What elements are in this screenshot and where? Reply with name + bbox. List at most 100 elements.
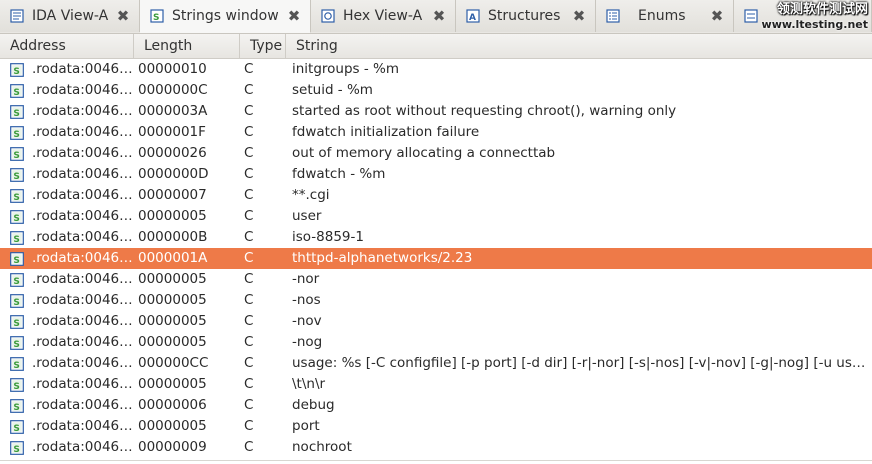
string-icon: S xyxy=(10,440,24,455)
string-cell: -nov xyxy=(292,313,322,329)
table-row[interactable]: S .rodata:0046… 00000005 C -nog xyxy=(0,332,872,353)
table-row[interactable]: S .rodata:0046… 0000000D Cfdwatch - %m xyxy=(0,164,872,185)
string-icon: S xyxy=(10,62,24,77)
strings-icon: S xyxy=(150,9,164,23)
svg-text:S: S xyxy=(13,276,19,286)
tab-structures[interactable]: A Structures ✖ xyxy=(456,0,596,32)
table-row[interactable]: S .rodata:0046… 00000005 Cport xyxy=(0,416,872,437)
strings-table: S .rodata:0046… 00000010 Cinitgroups - %m S.… xyxy=(0,59,872,458)
string-icon: S xyxy=(10,188,24,203)
close-icon[interactable]: ✖ xyxy=(432,9,446,24)
type-cell: C xyxy=(244,61,254,77)
svg-text:S: S xyxy=(13,402,19,412)
table-row[interactable]: S .rodata:0046… 00000006 Cdebug xyxy=(0,395,872,416)
close-icon[interactable]: ✖ xyxy=(116,9,130,24)
tab-strings-window[interactable]: S Strings window ✖ xyxy=(140,0,311,33)
type-cell: C xyxy=(244,271,254,287)
table-row[interactable]: S .rodata:0046… 0000000B Ciso-8859-1 xyxy=(0,227,872,248)
length-cell: 000000CC xyxy=(138,355,209,371)
svg-text:S: S xyxy=(13,87,19,97)
svg-text:S: S xyxy=(13,213,19,223)
address-cell: S .rodata:0046… xyxy=(0,206,134,227)
address-value: .rodata:0046… xyxy=(32,145,133,161)
type-cell: C xyxy=(244,82,254,98)
address-value: .rodata:0046… xyxy=(32,187,133,203)
hex-view-icon xyxy=(321,9,335,23)
length-cell: 00000005 xyxy=(138,418,207,434)
address-cell: S .rodata:0046… xyxy=(0,269,134,290)
table-row[interactable]: S .rodata:0046… 00000010 Cinitgroups - %m xyxy=(0,59,872,80)
tab-enums[interactable]: Enums ✖ xyxy=(596,0,734,32)
table-row[interactable]: S .rodata:0046… 00000005 C -nov xyxy=(0,311,872,332)
svg-text:S: S xyxy=(13,339,19,349)
type-cell: C xyxy=(244,439,254,455)
table-row[interactable]: S .rodata:0046… 00000005 Cuser xyxy=(0,206,872,227)
length-cell: 00000010 xyxy=(138,61,207,77)
watermark: 领测软件测试网 www.ltesting.net xyxy=(758,2,868,36)
table-row[interactable]: S .rodata:0046… 0000001F Cfdwatch initializ… xyxy=(0,122,872,143)
address-value: .rodata:0046… xyxy=(32,208,133,224)
type-cell: C xyxy=(244,103,254,119)
close-icon[interactable]: ✖ xyxy=(572,9,586,24)
svg-text:S: S xyxy=(13,360,19,370)
address-value: .rodata:0046… xyxy=(32,292,133,308)
address-cell: S .rodata:0046… xyxy=(0,374,134,395)
tab-label: Structures xyxy=(488,8,561,24)
tab-ida-view-a[interactable]: IDA View-A ✖ xyxy=(0,0,140,32)
string-icon: S xyxy=(10,104,24,119)
table-row[interactable]: S .rodata:0046… 00000005 C \t\n\r xyxy=(0,374,872,395)
type-cell: C xyxy=(244,292,254,308)
svg-text:S: S xyxy=(153,13,159,23)
length-cell: 00000005 xyxy=(138,292,207,308)
column-header-address[interactable]: Address xyxy=(0,34,134,58)
length-cell: 0000003A xyxy=(138,103,208,119)
table-row[interactable]: S .rodata:0046… 00000005 C -nor xyxy=(0,269,872,290)
svg-text:S: S xyxy=(13,108,19,118)
address-value: .rodata:0046… xyxy=(32,82,133,98)
address-value: .rodata:0046… xyxy=(32,418,133,434)
svg-text:S: S xyxy=(13,66,19,76)
address-value: .rodata:0046… xyxy=(32,124,133,140)
table-row[interactable]: S .rodata:0046… 00000005 C -nos xyxy=(0,290,872,311)
type-cell: C xyxy=(244,208,254,224)
string-cell: nochroot xyxy=(292,439,352,455)
address-value: .rodata:0046… xyxy=(32,229,133,245)
column-header-length[interactable]: Length xyxy=(134,34,240,58)
svg-text:S: S xyxy=(13,444,19,454)
string-icon: S xyxy=(10,230,24,245)
length-cell: 00000005 xyxy=(138,376,207,392)
string-cell: -nog xyxy=(292,334,323,350)
svg-text:S: S xyxy=(13,318,19,328)
column-header-string[interactable]: String xyxy=(286,34,872,58)
address-cell: S .rodata:0046… xyxy=(0,185,134,206)
type-cell: C xyxy=(244,250,254,266)
table-row[interactable]: S .rodata:0046… 0000001A Cthttpd-alphanetwo… xyxy=(0,248,872,269)
ida-view-icon xyxy=(10,9,24,23)
svg-text:S: S xyxy=(13,171,19,181)
table-row[interactable]: S .rodata:0046… 000000CC Cusage: %s [-C con… xyxy=(0,353,872,374)
address-cell: S .rodata:0046… xyxy=(0,227,134,248)
string-icon: S xyxy=(10,377,24,392)
type-cell: C xyxy=(244,355,254,371)
tab-hex-view-a[interactable]: Hex View-A ✖ xyxy=(311,0,456,32)
table-row[interactable]: S .rodata:0046… 0000003A Cstarted as root w… xyxy=(0,101,872,122)
string-icon: S xyxy=(10,356,24,371)
close-icon[interactable]: ✖ xyxy=(287,9,301,24)
table-row[interactable]: S .rodata:0046… 00000026 Cout of memory all… xyxy=(0,143,872,164)
close-icon[interactable]: ✖ xyxy=(710,9,724,24)
address-cell: S .rodata:0046… xyxy=(0,290,134,311)
string-icon: S xyxy=(10,251,24,266)
string-icon: S xyxy=(10,272,24,287)
column-header-type[interactable]: Type xyxy=(240,34,286,58)
svg-text:S: S xyxy=(13,255,19,265)
svg-text:A: A xyxy=(469,13,476,23)
string-cell: -nor xyxy=(292,271,320,287)
string-icon: S xyxy=(10,419,24,434)
length-cell: 0000000B xyxy=(138,229,208,245)
table-row[interactable]: S .rodata:0046… 00000009 Cnochroot xyxy=(0,437,872,458)
string-icon: S xyxy=(10,209,24,224)
table-row[interactable]: S .rodata:0046… 0000000C Csetuid - %m xyxy=(0,80,872,101)
length-cell: 00000007 xyxy=(138,187,207,203)
table-row[interactable]: S .rodata:0046… 00000007 C **.cgi xyxy=(0,185,872,206)
svg-text:S: S xyxy=(13,423,19,433)
